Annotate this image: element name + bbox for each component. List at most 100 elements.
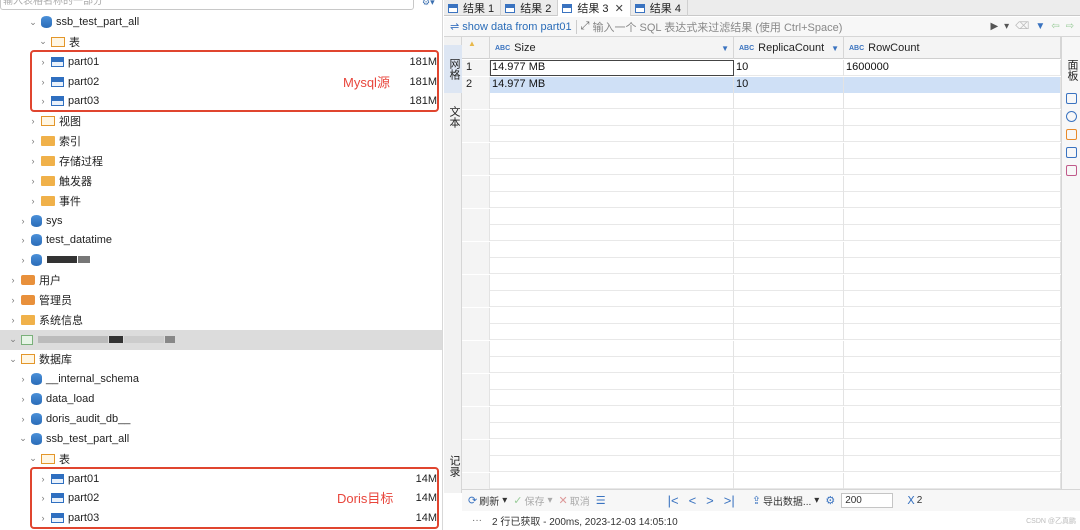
settings-button[interactable]: ⚙ bbox=[825, 494, 837, 507]
grid-cell[interactable] bbox=[844, 373, 1061, 390]
grid-cell[interactable] bbox=[734, 175, 844, 192]
first-page-icon[interactable]: |< bbox=[668, 493, 679, 508]
tree-node[interactable]: › 存储过程 bbox=[0, 151, 442, 171]
refresh-dropdown-icon[interactable]: ▾ bbox=[502, 495, 507, 506]
tree-node[interactable]: › 管理员 bbox=[0, 290, 442, 310]
tree-node[interactable]: › data_load bbox=[0, 389, 442, 409]
refresh-button[interactable]: ⟳ 刷新 ▾ bbox=[468, 493, 507, 508]
grid-cell[interactable] bbox=[734, 406, 844, 423]
empty-row[interactable] bbox=[462, 159, 1061, 175]
tree-node[interactable]: › bbox=[0, 250, 442, 270]
grid-cell[interactable]: 10 bbox=[734, 76, 844, 93]
grid-cell[interactable] bbox=[490, 159, 734, 175]
empty-row[interactable] bbox=[462, 258, 1061, 274]
empty-row[interactable] bbox=[462, 307, 1061, 324]
empty-row[interactable] bbox=[462, 406, 1061, 423]
chevron-right-icon[interactable]: › bbox=[28, 116, 38, 126]
grid-cell[interactable] bbox=[844, 439, 1061, 456]
grid-cell[interactable] bbox=[734, 357, 844, 373]
chevron-right-icon[interactable]: › bbox=[28, 176, 38, 186]
grid-cell[interactable] bbox=[734, 373, 844, 390]
export-button[interactable]: ⇪ 导出数据... ▾ bbox=[752, 493, 820, 508]
value-viewer-icon[interactable] bbox=[1066, 93, 1077, 104]
empty-row[interactable] bbox=[462, 456, 1061, 472]
chevron-down-icon[interactable]: ⌄ bbox=[18, 433, 28, 444]
table-row[interactable]: 2 14.977 MB 10 bbox=[462, 76, 1061, 93]
empty-row[interactable] bbox=[462, 324, 1061, 340]
grid-cell[interactable] bbox=[734, 208, 844, 225]
grid-cell[interactable] bbox=[490, 241, 734, 258]
column-header-rowcount[interactable]: ABC RowCount bbox=[844, 37, 1061, 59]
tree-node[interactable]: › 系统信息 bbox=[0, 310, 442, 330]
tree-node[interactable]: › __internal_schema bbox=[0, 369, 442, 389]
chevron-right-icon[interactable]: › bbox=[8, 315, 18, 325]
grid-cell[interactable] bbox=[844, 192, 1061, 208]
metadata-icon[interactable] bbox=[1066, 147, 1077, 158]
grid-cell[interactable] bbox=[490, 274, 734, 291]
grid-cell[interactable] bbox=[490, 357, 734, 373]
grid-cell[interactable] bbox=[844, 307, 1061, 324]
grid-cell[interactable] bbox=[844, 390, 1061, 406]
chevron-down-icon[interactable]: ⌄ bbox=[8, 334, 18, 345]
tab-result-1[interactable]: 结果 1 bbox=[444, 0, 502, 16]
tree-node[interactable]: › 事件 bbox=[0, 191, 442, 211]
chevron-down-icon[interactable]: ⌄ bbox=[38, 36, 48, 47]
empty-row[interactable] bbox=[462, 340, 1061, 357]
grid-cell[interactable] bbox=[490, 423, 734, 439]
grid-cell[interactable] bbox=[490, 258, 734, 274]
tree-node[interactable]: › 索引 bbox=[0, 131, 442, 151]
grid-cell[interactable] bbox=[844, 406, 1061, 423]
empty-row[interactable] bbox=[462, 93, 1061, 109]
grid-cell[interactable] bbox=[844, 142, 1061, 159]
grid-cell[interactable] bbox=[734, 390, 844, 406]
grid-cell[interactable] bbox=[844, 456, 1061, 472]
empty-row[interactable] bbox=[462, 291, 1061, 307]
grid-cell[interactable] bbox=[490, 109, 734, 126]
tree-node[interactable]: ⌄ ssb_test_part_all bbox=[0, 12, 442, 32]
chevron-down-icon[interactable]: ⌄ bbox=[8, 354, 18, 365]
grid-cell[interactable]: 14.977 MB bbox=[490, 60, 734, 76]
tab-grid[interactable]: 网格 bbox=[444, 45, 462, 93]
empty-row[interactable] bbox=[462, 109, 1061, 126]
grid-cell[interactable] bbox=[734, 192, 844, 208]
filter-history-icon[interactable]: ▾ bbox=[1004, 21, 1009, 32]
grid-cell[interactable] bbox=[490, 142, 734, 159]
grid-cell[interactable] bbox=[490, 192, 734, 208]
grid-cell[interactable] bbox=[490, 439, 734, 456]
grid-cell[interactable] bbox=[844, 241, 1061, 258]
grid-cell[interactable] bbox=[490, 208, 734, 225]
tree-node[interactable]: › test_datatime bbox=[0, 230, 442, 250]
grid-cell[interactable] bbox=[844, 340, 1061, 357]
grid-cell[interactable] bbox=[490, 225, 734, 241]
tree-node[interactable]: ⌄ 表 bbox=[0, 449, 442, 469]
empty-row[interactable] bbox=[462, 126, 1061, 142]
grid-cell[interactable] bbox=[734, 126, 844, 142]
grid-cell[interactable] bbox=[490, 340, 734, 357]
empty-row[interactable] bbox=[462, 390, 1061, 406]
sort-icon[interactable]: ▼ bbox=[721, 44, 729, 53]
empty-row[interactable] bbox=[462, 175, 1061, 192]
grid-cell[interactable] bbox=[734, 109, 844, 126]
grid-cell[interactable] bbox=[844, 324, 1061, 340]
grid-cell[interactable] bbox=[490, 291, 734, 307]
clear-filter-icon[interactable]: ⌫ bbox=[1015, 21, 1029, 32]
grid-cell[interactable] bbox=[844, 291, 1061, 307]
chevron-right-icon[interactable]: › bbox=[28, 136, 38, 146]
grid-cell[interactable] bbox=[844, 225, 1061, 241]
grouping-icon[interactable] bbox=[1066, 165, 1077, 176]
grid-cell[interactable] bbox=[844, 423, 1061, 439]
grid-cell[interactable]: 14.977 MB bbox=[490, 76, 734, 93]
tree-node[interactable]: › sys bbox=[0, 211, 442, 231]
grid-cell[interactable] bbox=[844, 175, 1061, 192]
tree-filter-input[interactable]: 输入表格名称的一部分 bbox=[0, 0, 414, 10]
row-count-button[interactable]: Ⅹ 2 bbox=[907, 494, 922, 507]
chevron-right-icon[interactable]: › bbox=[18, 374, 28, 384]
tab-result-2[interactable]: 结果 2 bbox=[501, 0, 559, 16]
query-text[interactable]: show data from part01 bbox=[462, 21, 571, 33]
grid-corner[interactable]: ▲ bbox=[462, 37, 490, 59]
back-icon[interactable]: ⇦ bbox=[1051, 21, 1059, 32]
tree-node[interactable]: ⌄ ssb_test_part_all bbox=[0, 429, 442, 449]
table-row[interactable]: 1 14.977 MB 10 1600000 bbox=[462, 60, 1061, 76]
empty-row[interactable] bbox=[462, 142, 1061, 159]
expand-icon[interactable]: ⤢ bbox=[581, 20, 590, 33]
